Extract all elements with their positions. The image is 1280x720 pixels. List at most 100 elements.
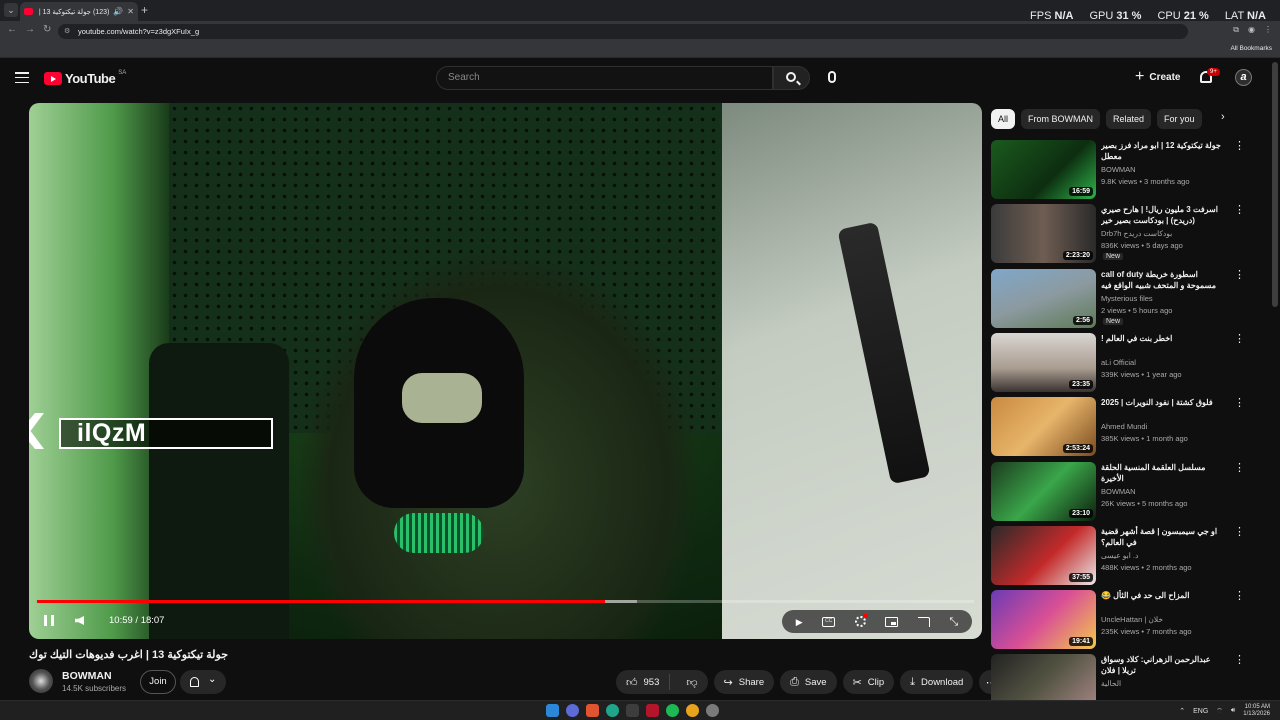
recommendation-item[interactable]: 23:35 اخطر بنت في العالم ! aLi Official 339… xyxy=(991,333,1251,393)
recommendation-title[interactable]: مسلسل العلقمة المنسية الحلقة الأخيرة xyxy=(1101,462,1226,484)
chrome-icon[interactable] xyxy=(686,704,699,717)
language-indicator[interactable]: ENG xyxy=(1193,708,1208,715)
recommendation-more-icon[interactable]: ⋮ xyxy=(1234,527,1245,538)
site-info-icon[interactable]: ⚙ xyxy=(64,24,70,39)
recommendation-item[interactable]: 37:55 او جي سيمبسون | قصة أشهر قضية في ال… xyxy=(991,526,1251,586)
volume-tray-icon[interactable]: 🔊︎ xyxy=(1231,707,1235,715)
tab-close-icon[interactable]: ✕ xyxy=(127,7,134,16)
search-button[interactable] xyxy=(773,66,810,90)
recommendation-title[interactable]: فلوق كشتة | نفود النويرات | 2025 xyxy=(1101,397,1226,408)
recommendation-channel[interactable]: د. ابو عيسى xyxy=(1101,551,1138,560)
chevron-right-icon[interactable]: › xyxy=(1221,111,1225,123)
recommendation-title[interactable]: عبدالرحمن الزهراني: كلاد وسواق تريلا | ف… xyxy=(1101,654,1226,676)
recommendation-item[interactable]: 16:59 جولة تيكتوكية 12 | ابو مراد فرز بصي… xyxy=(991,140,1251,200)
recommendation-more-icon[interactable]: ⋮ xyxy=(1234,270,1245,281)
recommendation-channel[interactable]: UncleHattan | خلان xyxy=(1101,615,1163,624)
captions-icon[interactable]: CC xyxy=(822,616,836,627)
recommendation-thumbnail[interactable]: 2:56 xyxy=(991,269,1096,328)
recommendation-thumbnail[interactable]: 23:10 xyxy=(991,462,1096,521)
recommendation-channel[interactable]: BOWMAN xyxy=(1101,165,1136,174)
play-next-icon[interactable]: ▶ xyxy=(796,617,803,627)
start-icon[interactable] xyxy=(546,704,559,717)
recommendation-more-icon[interactable]: ⋮ xyxy=(1234,141,1245,152)
address-bar[interactable]: ⚙ youtube.com/watch?v=z3dgXFuIx_g xyxy=(58,24,1188,39)
game-app-icon[interactable] xyxy=(646,704,659,717)
page-scrollbar[interactable] xyxy=(1272,62,1278,307)
recommendation-thumbnail[interactable]: 37:55 xyxy=(991,526,1096,585)
pause-icon[interactable] xyxy=(44,615,54,626)
chip-related[interactable]: Related xyxy=(1106,109,1152,129)
recommendation-more-icon[interactable]: ⋮ xyxy=(1234,591,1245,602)
recommendation-thumbnail[interactable]: 23:35 xyxy=(991,333,1096,392)
recommendation-item[interactable]: 19:41 المزاح الى حد في الثأل 😂 UncleHattan… xyxy=(991,590,1251,650)
subscription-notifications-button[interactable]: ⌄ xyxy=(180,670,226,694)
audio-playing-icon[interactable]: 🔊 xyxy=(113,7,123,16)
volume-icon[interactable] xyxy=(75,616,84,625)
recommendation-more-icon[interactable]: ⋮ xyxy=(1234,655,1245,666)
recommendation-more-icon[interactable]: ⋮ xyxy=(1234,463,1245,474)
create-button[interactable]: + Create xyxy=(1135,69,1180,85)
recommendation-channel[interactable]: BOWMAN xyxy=(1101,487,1136,496)
recommendation-item[interactable]: 2:56 اسطورة خريطة call of duty مسموحة و ا… xyxy=(991,269,1251,329)
steam-icon[interactable] xyxy=(626,704,639,717)
recommendation-thumbnail[interactable]: 19:41 xyxy=(991,590,1096,649)
recommendation-title[interactable]: اسرفت 3 مليون ريال! | هارح صيري (دريدح) … xyxy=(1101,204,1226,226)
chip-from-channel[interactable]: From BOWMAN xyxy=(1021,109,1101,129)
discord-icon[interactable] xyxy=(566,704,579,717)
recommendation-channel[interactable]: Drb7h بودكاست دريدح xyxy=(1101,229,1172,238)
profile-icon[interactable]: ◉ xyxy=(1248,25,1255,35)
join-button[interactable]: Join xyxy=(140,670,176,694)
browser-tab-active[interactable]: (123) جولة تيكتوكية 13 | اغر... 🔊 ✕ xyxy=(20,2,138,21)
settings-app-icon[interactable] xyxy=(706,704,719,717)
fullscreen-icon[interactable]: ⤡ xyxy=(949,616,958,627)
recommendation-item[interactable]: 2:53:24 فلوق كشتة | نفود النويرات | 2025 A… xyxy=(991,397,1251,457)
tab-search-button[interactable]: ⌄ xyxy=(4,3,18,17)
recommendation-channel[interactable]: Mysterious files xyxy=(1101,294,1153,303)
share-button[interactable]: ↪ Share xyxy=(713,670,775,694)
avatar[interactable]: a xyxy=(1235,69,1252,86)
youtube-logo[interactable]: YouTube SA xyxy=(44,70,126,86)
recommendation-channel[interactable]: Ahmed Mundi xyxy=(1101,422,1147,431)
recommendation-channel[interactable]: aLi Official xyxy=(1101,358,1136,367)
recommendation-channel[interactable]: الحالية xyxy=(1101,679,1121,688)
edge-icon[interactable] xyxy=(606,704,619,717)
miniplayer-icon[interactable] xyxy=(885,616,899,627)
recommendation-more-icon[interactable]: ⋮ xyxy=(1234,334,1245,345)
app-icon[interactable] xyxy=(586,704,599,717)
new-tab-button[interactable]: + xyxy=(141,3,148,17)
search-input[interactable]: Search xyxy=(436,66,773,90)
extensions-icon[interactable]: ⧉ xyxy=(1233,25,1239,35)
channel-avatar[interactable] xyxy=(29,669,53,693)
recommendation-thumbnail[interactable]: 2:53:24 xyxy=(991,397,1096,456)
channel-name[interactable]: BOWMAN xyxy=(62,670,112,682)
reload-icon[interactable]: ↻ xyxy=(43,24,51,35)
recommendation-title[interactable]: اسطورة خريطة call of duty مسموحة و المتح… xyxy=(1101,269,1226,291)
save-button[interactable]: ⎙ Save xyxy=(780,670,837,694)
browser-menu-icon[interactable]: ⋮ xyxy=(1264,25,1272,35)
video-player[interactable]: ilQzM 10:59 / 18:07 ▶ CC ⤡ xyxy=(29,103,982,639)
recommendation-item[interactable]: 2:23:20 اسرفت 3 مليون ريال! | هارح صيري (… xyxy=(991,204,1251,264)
chip-all[interactable]: All xyxy=(991,109,1016,129)
network-icon[interactable]: ⌔ xyxy=(1216,707,1223,716)
mic-icon[interactable] xyxy=(828,71,836,83)
recommendation-thumbnail[interactable]: 16:59 xyxy=(991,140,1096,199)
chevron-up-icon[interactable]: ⌃ xyxy=(1179,707,1185,715)
progress-bar[interactable] xyxy=(37,600,974,603)
recommendation-thumbnail[interactable]: 2:23:20 xyxy=(991,204,1096,263)
clock[interactable]: 10:05 AM 1/13/2026 xyxy=(1243,704,1270,718)
settings-icon[interactable] xyxy=(854,614,868,627)
all-bookmarks-link[interactable]: All Bookmarks xyxy=(1230,45,1272,52)
like-button[interactable]: 👍︎ 953 xyxy=(616,674,671,690)
recommendation-item[interactable]: 23:10 مسلسل العلقمة المنسية الحلقة الأخير… xyxy=(991,462,1251,522)
recommendation-title[interactable]: اخطر بنت في العالم ! xyxy=(1101,333,1226,344)
cast-icon[interactable] xyxy=(917,616,930,627)
chip-for-you[interactable]: For you xyxy=(1157,109,1202,129)
recommendation-title[interactable]: المزاح الى حد في الثأل 😂 xyxy=(1101,590,1226,601)
forward-icon[interactable]: → xyxy=(25,24,35,35)
spotify-icon[interactable] xyxy=(666,704,679,717)
dislike-button[interactable]: 👎︎ xyxy=(676,676,707,689)
download-button[interactable]: ⤓ Download xyxy=(900,670,974,694)
clip-button[interactable]: ✂ Clip xyxy=(842,670,895,694)
menu-icon[interactable] xyxy=(15,72,29,83)
recommendation-more-icon[interactable]: ⋮ xyxy=(1234,205,1245,216)
